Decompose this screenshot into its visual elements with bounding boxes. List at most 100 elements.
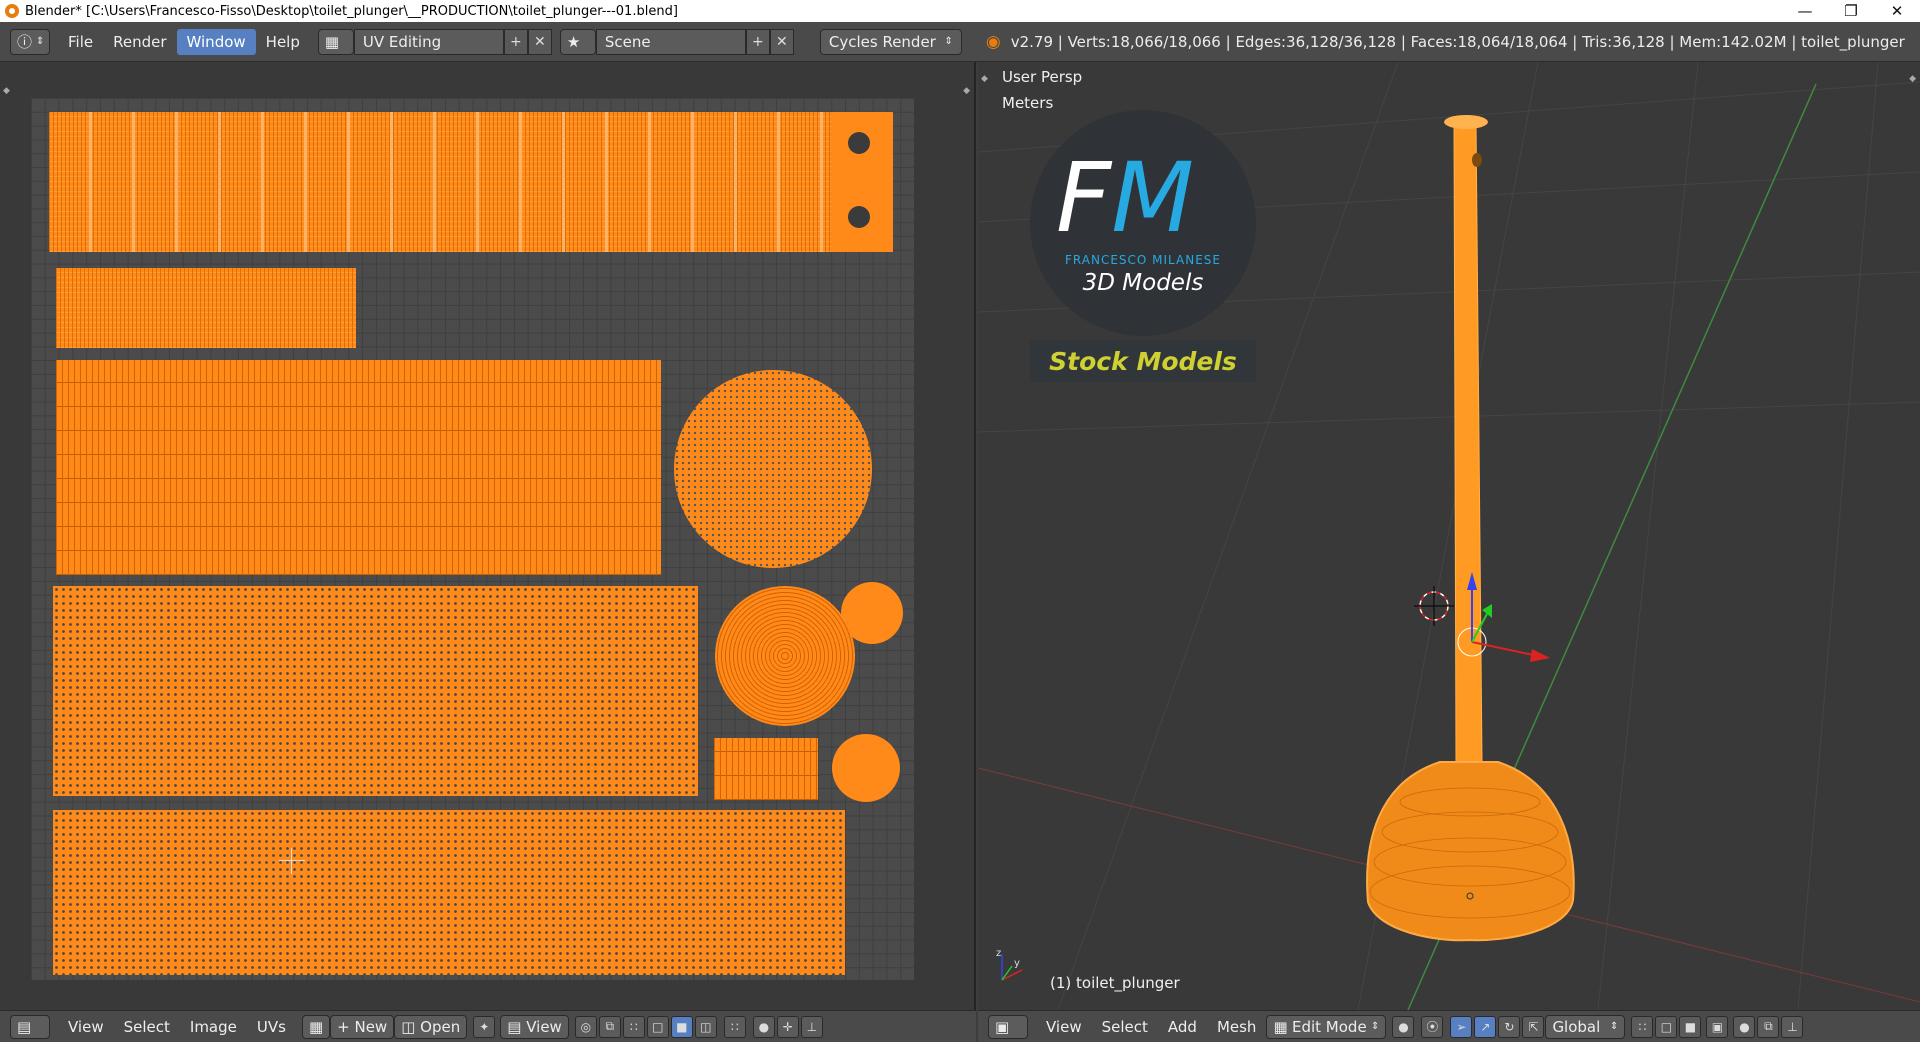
image-editor-icon: ▤ xyxy=(17,1017,32,1036)
uv-island-ferrule xyxy=(56,268,356,348)
render-engine-label: Cycles Render xyxy=(828,32,936,51)
face-mode-icon[interactable]: ■ xyxy=(1679,1015,1702,1038)
region-toggle-icon[interactable]: ◆ xyxy=(981,74,988,84)
2d-cursor-icon[interactable] xyxy=(279,848,305,874)
add-screen-icon[interactable]: + xyxy=(503,28,528,55)
delete-scene-icon[interactable]: ✕ xyxy=(769,28,794,55)
menu-render[interactable]: Render xyxy=(103,29,176,55)
proportional-edit-icon[interactable]: ● xyxy=(1733,1015,1756,1038)
vp-menu-mesh[interactable]: Mesh xyxy=(1207,1018,1267,1036)
pin-icon[interactable]: ✦ xyxy=(473,1015,496,1038)
sticky-select-icon[interactable]: ∷ xyxy=(723,1015,746,1038)
minimize-icon[interactable]: — xyxy=(1782,0,1828,22)
render-engine-dropdown[interactable]: Cycles Render ⇕ xyxy=(819,28,962,55)
translate-manipulator-icon[interactable]: ↗ xyxy=(1474,1015,1497,1038)
island-select-icon[interactable]: ◫ xyxy=(694,1015,717,1038)
snap-magnet-icon[interactable]: ⧉ xyxy=(1757,1015,1780,1038)
pivot-point-icon[interactable]: ⦿ xyxy=(1421,1015,1444,1038)
new-image-button[interactable]: + New xyxy=(330,1014,395,1039)
proportional-edit-icon[interactable]: ● xyxy=(752,1015,775,1038)
edge-mode-icon[interactable]: □ xyxy=(1655,1015,1678,1038)
editor-type-3d-button[interactable]: ▣ xyxy=(988,1014,1028,1039)
info-header: ⓘ ⇕ File Render Window Help ▦ UV Editing … xyxy=(0,22,1920,62)
fm-logo-name: FRANCESCO MILANESE xyxy=(1065,253,1221,267)
uv-menu-image[interactable]: Image xyxy=(180,1018,247,1036)
edge-select-icon[interactable]: □ xyxy=(646,1015,669,1038)
view-mode-icon: ▤ xyxy=(507,1017,522,1036)
region-toggle-icon[interactable]: ◆ xyxy=(963,86,970,96)
delete-screen-icon[interactable]: ✕ xyxy=(527,28,552,55)
uv-grid-canvas[interactable] xyxy=(31,98,914,980)
vp-menu-view[interactable]: View xyxy=(1036,1018,1092,1036)
view-mode-label: View xyxy=(526,1017,562,1036)
pivot-icon[interactable]: ◎ xyxy=(574,1015,597,1038)
uv-menu-view[interactable]: View xyxy=(58,1018,114,1036)
viewport-shading-icon[interactable]: ● xyxy=(1392,1015,1415,1038)
rotate-manipulator-icon[interactable]: ↻ xyxy=(1498,1015,1521,1038)
uv-sculpt-icon[interactable]: ⊥ xyxy=(800,1015,823,1038)
scene-browse-button[interactable]: ★ xyxy=(559,28,596,55)
chevron-updown-icon: ⇕ xyxy=(1371,1021,1380,1032)
scene-stats: v2.79 | Verts:18,066/18,066 | Edges:36,1… xyxy=(1010,32,1905,51)
open-image-label: Open xyxy=(420,1017,461,1036)
limit-selection-icon[interactable]: ▣ xyxy=(1706,1015,1729,1038)
open-image-button[interactable]: ◫ Open xyxy=(394,1014,468,1039)
vp-menu-add[interactable]: Add xyxy=(1158,1018,1207,1036)
snap-element-icon[interactable]: ⊥ xyxy=(1781,1015,1804,1038)
screen-layout-browse-button[interactable]: ▦ xyxy=(317,28,354,55)
close-icon[interactable]: ✕ xyxy=(1874,0,1920,22)
image-icon: ▦ xyxy=(308,1017,324,1036)
active-object-label: (1) toilet_plunger xyxy=(1050,974,1180,992)
folder-icon: ◫ xyxy=(401,1017,416,1036)
uv-menu-uvs[interactable]: UVs xyxy=(247,1018,296,1036)
scene-field[interactable]: Scene xyxy=(595,28,746,55)
uv-hole xyxy=(848,206,870,228)
scale-manipulator-icon[interactable]: ⇱ xyxy=(1522,1015,1545,1038)
sync-selection-icon[interactable]: ⧉ xyxy=(598,1015,621,1038)
info-icon: ⓘ xyxy=(17,33,33,51)
fm-letter-m: M xyxy=(1111,142,1195,254)
uv-island-handle-strip xyxy=(49,112,839,252)
menu-file[interactable]: File xyxy=(58,29,103,55)
toilet-plunger-mesh[interactable] xyxy=(1366,115,1575,942)
3d-cursor-icon[interactable] xyxy=(1414,586,1454,626)
fm-letter-f: F xyxy=(1056,142,1112,254)
uv-island-cup-inner xyxy=(53,586,698,796)
add-scene-icon[interactable]: + xyxy=(745,28,770,55)
editor-type-uv-button[interactable]: ▤ xyxy=(10,1014,50,1039)
vertex-mode-icon[interactable]: ∷ xyxy=(1631,1015,1654,1038)
menu-window[interactable]: Window xyxy=(176,28,256,55)
editor-type-info-button[interactable]: ⓘ ⇕ xyxy=(10,28,50,55)
uv-island-end-disc xyxy=(832,734,900,802)
menu-help[interactable]: Help xyxy=(256,29,310,55)
mode-label: Edit Mode xyxy=(1291,1017,1367,1036)
view-mode-dropdown[interactable]: ▤ View xyxy=(500,1014,569,1039)
uv-island-cup-bottom xyxy=(674,370,872,568)
vp-menu-select[interactable]: Select xyxy=(1092,1018,1158,1036)
uv-hole xyxy=(848,132,870,154)
edit-mode-icon: ▦ xyxy=(1273,1017,1288,1036)
3d-viewport[interactable]: z y ◆ ◆ User Persp Meters FM FRANCESCO M… xyxy=(978,62,1920,1010)
new-image-label: New xyxy=(354,1017,388,1036)
chevron-updown-icon: ⇕ xyxy=(1610,1021,1619,1032)
restore-icon[interactable]: ❐ xyxy=(1828,0,1874,22)
snap-icon[interactable]: ✛ xyxy=(776,1015,799,1038)
uv-island-cup-side xyxy=(56,360,661,575)
view-name-label: User Persp xyxy=(1002,68,1083,86)
uv-image-editor[interactable]: ◆ ◆ xyxy=(0,62,976,1010)
fm-logo-badge: FM FRANCESCO MILANESE 3D Models xyxy=(1030,110,1256,336)
fm-logo-letters: FM xyxy=(1056,150,1194,246)
region-toggle-icon[interactable]: ◆ xyxy=(1909,74,1916,84)
manipulator-toggle-icon[interactable]: ➢ xyxy=(1450,1015,1473,1038)
region-toggle-icon[interactable]: ◆ xyxy=(3,86,10,96)
orientation-dropdown[interactable]: Global ⇕ xyxy=(1545,1014,1626,1039)
screen-layout-field[interactable]: UV Editing xyxy=(353,28,504,55)
face-select-icon[interactable]: ■ xyxy=(670,1015,693,1038)
mode-dropdown[interactable]: ▦ Edit Mode ⇕ xyxy=(1266,1014,1387,1039)
image-browse-button[interactable]: ▦ xyxy=(301,1014,331,1039)
uv-menu-select[interactable]: Select xyxy=(114,1018,180,1036)
stock-models-label: Stock Models xyxy=(1030,340,1256,382)
svg-text:z: z xyxy=(996,948,1001,959)
vertex-select-icon[interactable]: ∷ xyxy=(622,1015,645,1038)
viewport-header: ▣ View Select Add Mesh ▦ Edit Mode ⇕ ● ⦿ ➢… xyxy=(978,1010,1920,1042)
